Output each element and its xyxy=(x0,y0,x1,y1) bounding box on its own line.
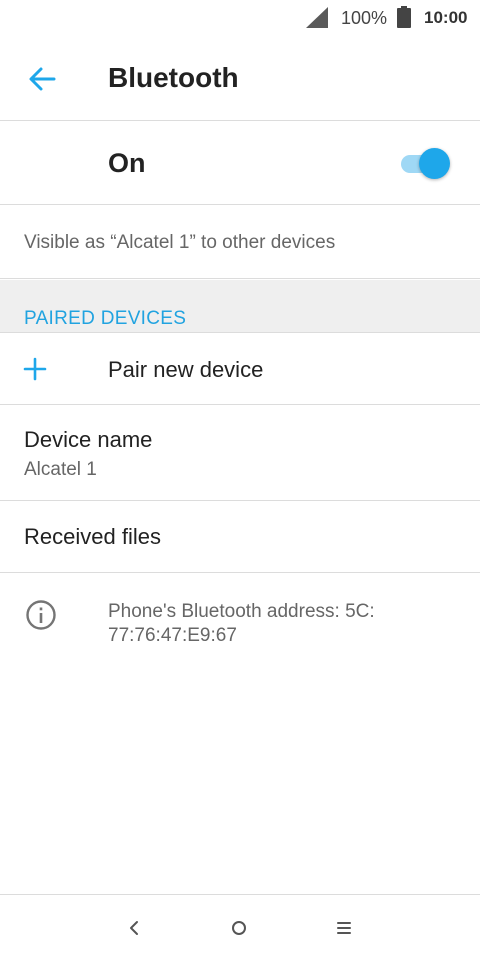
device-name-title: Device name xyxy=(24,427,153,452)
plus-icon xyxy=(23,357,47,381)
battery-icon xyxy=(397,6,411,28)
pair-new-device-label: Pair new device xyxy=(108,357,264,382)
bluetooth-switch[interactable] xyxy=(399,147,453,179)
bluetooth-address-info: Phone's Bluetooth address: 5C: 77:76:47:… xyxy=(0,574,480,664)
device-name-item[interactable]: Device name Alcatel 1 xyxy=(0,406,480,501)
paired-devices-header: PAIRED DEVICES xyxy=(0,280,480,333)
arrow-back-icon[interactable] xyxy=(26,63,58,95)
switch-thumb xyxy=(419,148,450,179)
bluetooth-address-text: Phone's Bluetooth address: 5C: 77:76:47:… xyxy=(108,601,375,646)
info-icon xyxy=(26,600,56,630)
pair-new-device-item[interactable]: Pair new device xyxy=(0,334,480,405)
bluetooth-toggle-label: On xyxy=(108,148,146,178)
visibility-text: Visible as “Alcatel 1” to other devices xyxy=(24,232,336,253)
nav-home-icon[interactable] xyxy=(225,915,253,941)
clock: 10:00 xyxy=(424,8,468,27)
received-files-title: Received files xyxy=(24,524,161,549)
app-bar: Bluetooth xyxy=(0,36,480,121)
received-files-item[interactable]: Received files xyxy=(0,502,480,573)
visibility-row: Visible as “Alcatel 1” to other devices xyxy=(0,206,480,279)
page-title: Bluetooth xyxy=(108,62,239,93)
paired-devices-header-text: PAIRED DEVICES xyxy=(24,308,187,329)
nav-back-icon[interactable] xyxy=(120,915,148,941)
device-name-value: Alcatel 1 xyxy=(24,459,97,480)
bluetooth-toggle-row[interactable]: On xyxy=(0,122,480,205)
battery-percent: 100% xyxy=(341,8,388,28)
status-bar: 100% 10:00 xyxy=(0,0,480,36)
navigation-bar xyxy=(0,894,480,960)
signal-icon xyxy=(306,7,328,28)
nav-recents-icon[interactable] xyxy=(330,915,358,941)
